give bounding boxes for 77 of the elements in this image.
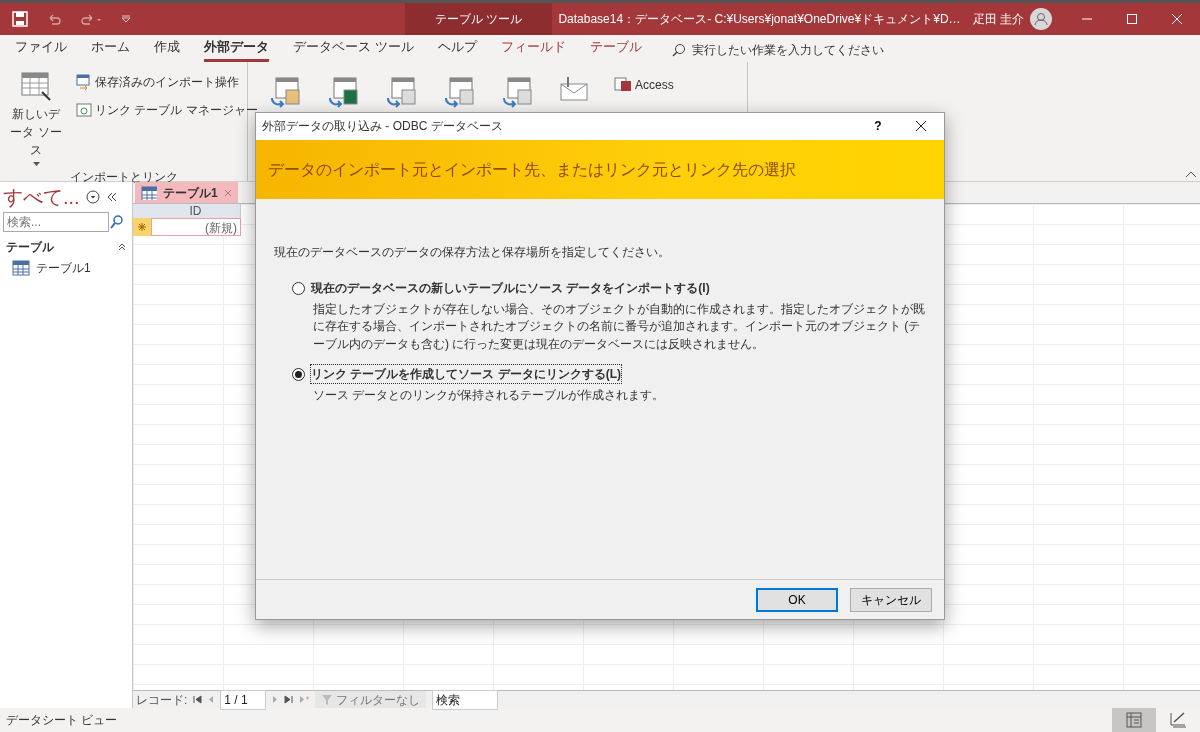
asterisk-icon — [138, 223, 146, 231]
record-position-field[interactable]: 1 / 1 — [220, 689, 267, 710]
instruction-text: 現在のデータベースのデータの保存方法と保存場所を指定してください。 — [274, 244, 671, 261]
folder-import-icon — [270, 76, 302, 108]
nav-item[interactable]: テーブル1 — [0, 259, 132, 277]
envelope-icon — [560, 76, 588, 102]
close-icon[interactable] — [223, 188, 232, 197]
table-cell[interactable]: (新規) — [151, 218, 241, 236]
nav-pane-title[interactable]: すべて... — [3, 182, 80, 212]
status-text: データシート ビュー — [6, 712, 119, 729]
section-header[interactable]: テーブル — [6, 238, 54, 256]
table-arrow-icon — [76, 74, 92, 90]
dialog-heading: データのインポート元とインポート先、またはリンク元とリンク先の選択 — [268, 159, 796, 180]
option-description: 指定したオブジェクトが存在しない場合、そのオブジェクトが自動的に作成されます。指定したオブジェクトが既に存在する場合、インポートされたオブジェクトの名前に番号が追加されます。インポート元のオブジェクト (テーブル内のデータも含む) に行った変更は現在のデータベースには反映されません。 — [313, 301, 926, 353]
linked-table-manager-button[interactable]: リンク テーブル マネージャー — [72, 99, 262, 121]
ribbon-tab[interactable]: 作成 — [154, 34, 180, 62]
tell-me-field[interactable]: 実行したい作業を入力してください — [691, 41, 884, 59]
ribbon-tab[interactable]: ファイル — [15, 34, 67, 62]
filter-button[interactable]: フィルターなし — [315, 691, 427, 708]
context-tab-label: テーブル ツール — [434, 11, 523, 28]
record-nav-label: レコード: — [136, 691, 188, 709]
new-record-icon[interactable] — [299, 695, 310, 704]
nav-search-field[interactable]: 検索... — [3, 212, 109, 232]
dropdown-circle-icon[interactable] — [85, 190, 100, 204]
filter-icon — [321, 693, 334, 706]
new-record-selector[interactable] — [133, 218, 151, 236]
datasheet-icon — [1126, 712, 1142, 728]
dialog-title: 外部データの取り込み - ODBC データベース — [262, 118, 504, 135]
table-link-icon — [76, 102, 92, 118]
new-data-source-button[interactable]: 新しいデータ ソース — [6, 68, 66, 168]
ribbon-tab[interactable]: ヘルプ — [437, 34, 477, 62]
shutter-collapse-icon[interactable] — [105, 191, 118, 203]
xml-import-icon — [444, 76, 476, 108]
customize-icon[interactable] — [120, 13, 132, 25]
ribbon-tab[interactable]: ホーム — [91, 34, 130, 62]
access-icon — [614, 76, 632, 94]
ribbon-tab[interactable]: 外部データ — [204, 34, 269, 62]
previous-record-icon[interactable] — [208, 695, 215, 704]
pdf-import-icon — [502, 76, 534, 108]
table-icon — [141, 185, 157, 200]
excel-import-icon — [328, 76, 360, 108]
next-record-icon[interactable] — [272, 695, 279, 704]
table-wand-icon — [20, 70, 52, 102]
avatar-icon[interactable] — [1029, 8, 1052, 30]
help-button[interactable]: ? — [858, 116, 898, 136]
collapse-ribbon-icon[interactable] — [1185, 170, 1197, 178]
caret-icon — [32, 162, 40, 166]
search-icon[interactable] — [109, 214, 125, 230]
ribbon-tab[interactable]: テーブル — [589, 34, 642, 62]
table-icon — [12, 260, 30, 276]
maximize-icon — [1125, 13, 1138, 25]
ribbon-tab[interactable]: フィールド — [500, 34, 566, 62]
user-name: 疋田 圭介 — [972, 11, 1024, 28]
window-title: Database14：データベース- C:¥Users¥jonat¥OneDrive¥ドキュメント¥D… — [558, 11, 961, 28]
search-icon — [671, 43, 686, 57]
radio-button[interactable] — [292, 367, 305, 381]
ruler-pencil-icon — [1169, 711, 1187, 729]
ribbon-tab[interactable]: データベース ツール — [293, 34, 414, 62]
dialog-button[interactable]: OK — [756, 587, 838, 612]
close-icon — [915, 120, 927, 132]
collapse-section-icon[interactable] — [118, 243, 126, 251]
dialog-button[interactable]: キャンセル — [850, 587, 932, 612]
radio-button[interactable] — [292, 281, 305, 295]
last-record-icon[interactable] — [284, 695, 294, 704]
radio-option[interactable]: リンク テーブルを作成してソース データにリンクする(L) — [292, 365, 926, 384]
column-header[interactable]: ID — [151, 204, 241, 218]
save-icon[interactable] — [12, 11, 28, 27]
close-icon — [1171, 13, 1184, 25]
document-tab[interactable]: テーブル1 — [135, 182, 238, 203]
datasheet-view-button[interactable] — [1112, 708, 1156, 732]
text-import-icon — [386, 76, 418, 108]
first-record-icon[interactable] — [193, 695, 203, 704]
saved-imports-button[interactable]: 保存済みのインポート操作 — [72, 71, 262, 93]
radio-option[interactable]: 現在のデータベースの新しいテーブルにソース データをインポートする(I) — [292, 279, 926, 297]
record-search-field[interactable]: 検索 — [432, 689, 499, 710]
access-import-button[interactable]: Access — [610, 74, 678, 96]
option-description: ソース データとのリンクが保持されるテーブルが作成されます。 — [313, 387, 666, 405]
